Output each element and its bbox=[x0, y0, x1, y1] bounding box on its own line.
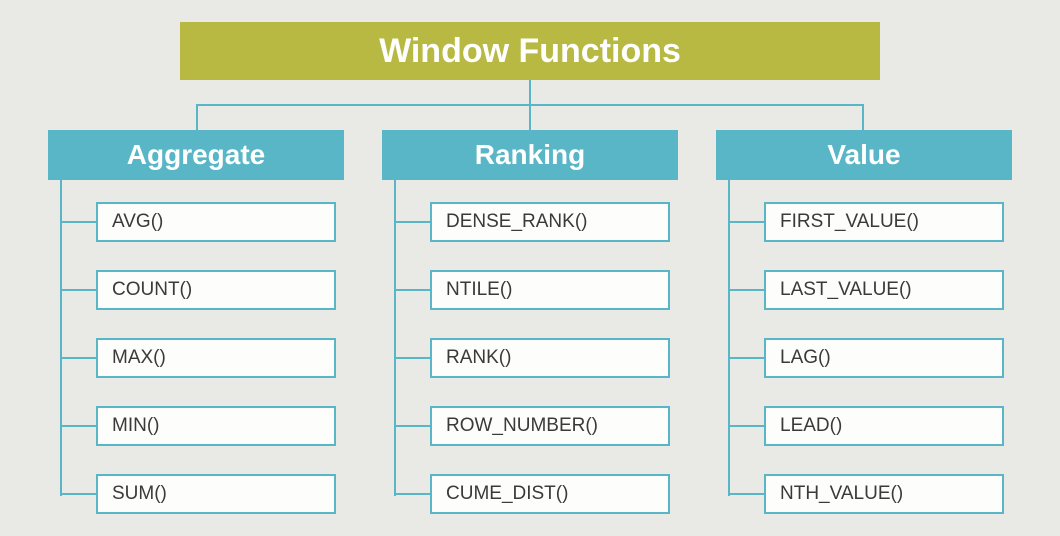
function-item: RANK() bbox=[430, 338, 670, 378]
function-item: ROW_NUMBER() bbox=[430, 406, 670, 446]
category-ranking: Ranking DENSE_RANK() NTILE() RANK() ROW_… bbox=[382, 130, 678, 514]
function-item: NTH_VALUE() bbox=[764, 474, 1004, 514]
function-item: CUME_DIST() bbox=[430, 474, 670, 514]
items-aggregate: AVG() COUNT() MAX() MIN() SUM() bbox=[48, 202, 344, 514]
function-item: FIRST_VALUE() bbox=[764, 202, 1004, 242]
item-branch bbox=[60, 221, 96, 223]
function-item: MIN() bbox=[96, 406, 336, 446]
category-header-ranking: Ranking bbox=[382, 130, 678, 180]
function-item: DENSE_RANK() bbox=[430, 202, 670, 242]
item-branch bbox=[728, 357, 764, 359]
item-branch bbox=[394, 357, 430, 359]
item-branch bbox=[394, 493, 430, 495]
category-value: Value FIRST_VALUE() LAST_VALUE() LAG() L… bbox=[716, 130, 1012, 514]
item-branch bbox=[728, 289, 764, 291]
function-item: LAG() bbox=[764, 338, 1004, 378]
connector-drop-agg bbox=[196, 104, 198, 130]
connector-root-down bbox=[529, 80, 531, 104]
function-item: NTILE() bbox=[430, 270, 670, 310]
root-title: Window Functions bbox=[180, 22, 880, 80]
item-branch bbox=[394, 289, 430, 291]
item-branch bbox=[728, 493, 764, 495]
function-item: LEAD() bbox=[764, 406, 1004, 446]
function-item: AVG() bbox=[96, 202, 336, 242]
function-item: LAST_VALUE() bbox=[764, 270, 1004, 310]
item-branch bbox=[60, 493, 96, 495]
category-header-aggregate: Aggregate bbox=[48, 130, 344, 180]
item-branch bbox=[728, 425, 764, 427]
function-item: COUNT() bbox=[96, 270, 336, 310]
function-item: SUM() bbox=[96, 474, 336, 514]
item-branch bbox=[728, 221, 764, 223]
items-ranking: DENSE_RANK() NTILE() RANK() ROW_NUMBER()… bbox=[382, 202, 678, 514]
item-branch bbox=[60, 357, 96, 359]
item-branch bbox=[60, 289, 96, 291]
item-branch bbox=[394, 221, 430, 223]
item-branch bbox=[394, 425, 430, 427]
item-trunk bbox=[394, 180, 396, 496]
category-header-value: Value bbox=[716, 130, 1012, 180]
function-item: MAX() bbox=[96, 338, 336, 378]
category-aggregate: Aggregate AVG() COUNT() MAX() MIN() SUM(… bbox=[48, 130, 344, 514]
item-trunk bbox=[60, 180, 62, 496]
item-trunk bbox=[728, 180, 730, 496]
item-branch bbox=[60, 425, 96, 427]
connector-drop-value bbox=[862, 104, 864, 130]
items-value: FIRST_VALUE() LAST_VALUE() LAG() LEAD() … bbox=[716, 202, 1012, 514]
connector-drop-rank bbox=[529, 104, 531, 130]
